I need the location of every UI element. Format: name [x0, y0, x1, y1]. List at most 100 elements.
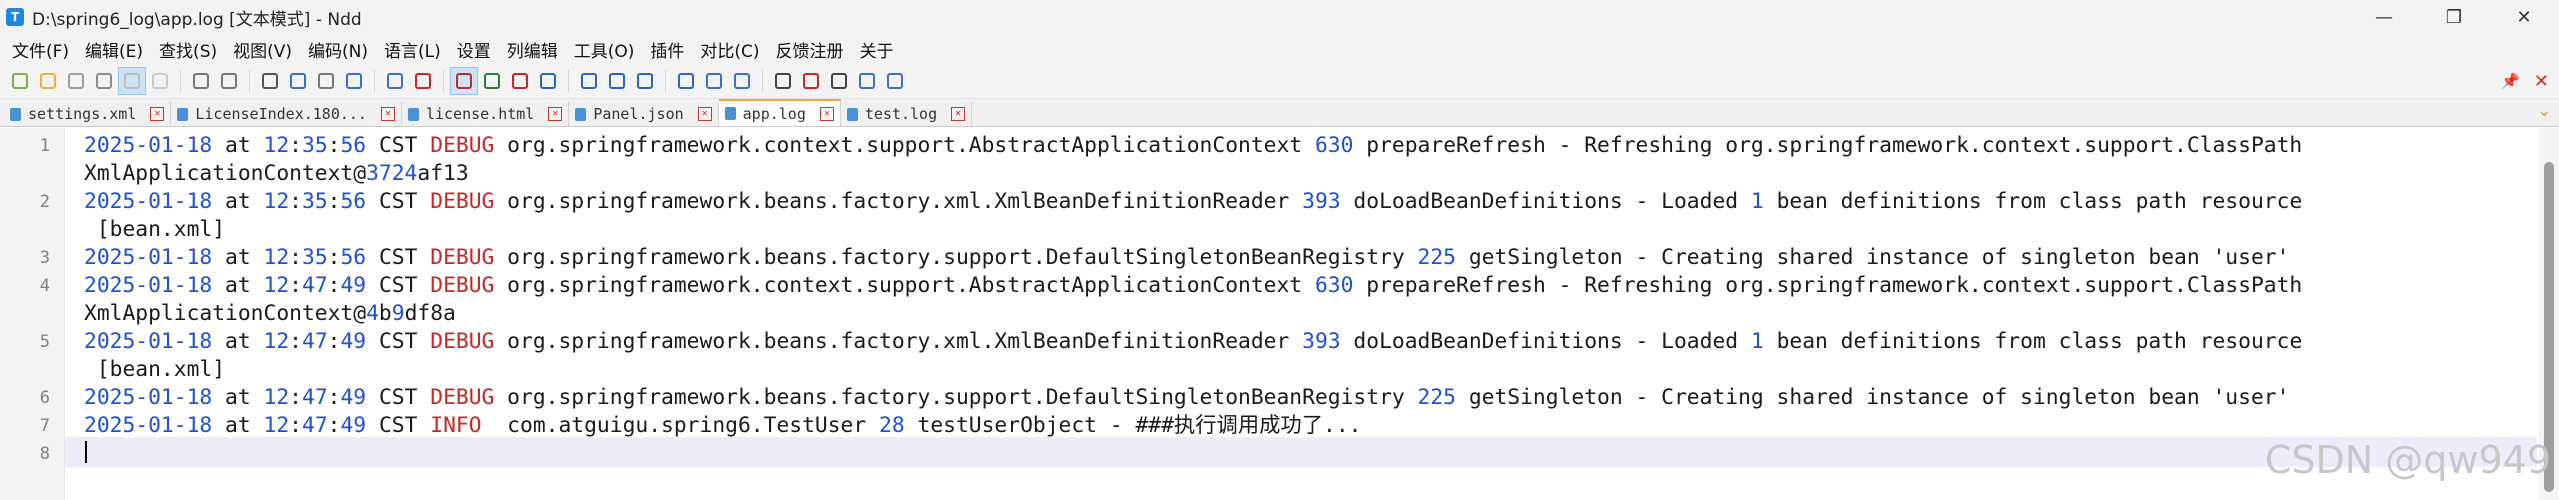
file-tab[interactable]: app.log ✕ [718, 99, 841, 126]
tab-scroll-icon[interactable]: ⌄ [2538, 101, 2551, 120]
number-token: 630 [1314, 273, 1354, 298]
menu-item[interactable]: 设置 [449, 37, 499, 62]
goto-icon[interactable] [409, 67, 437, 95]
settings-icon[interactable] [534, 67, 562, 95]
record-macro-icon[interactable] [769, 67, 797, 95]
number-token: 1 [1750, 329, 1764, 354]
toolbar-separator [568, 70, 569, 92]
maximize-button[interactable]: ❐ [2419, 0, 2489, 34]
save-icon[interactable] [62, 67, 90, 95]
tab-label: Panel.json [593, 105, 684, 123]
text-token: CST [366, 133, 431, 158]
show-symbols-icon[interactable] [478, 67, 506, 95]
text-token: CST [366, 245, 431, 270]
file-tab[interactable]: settings.xml ✕ [4, 102, 172, 126]
tab-close-icon[interactable]: ✕ [697, 107, 712, 121]
text-token: testUserObject - ###执行调用成功了... [904, 413, 1362, 438]
sync-icon[interactable] [631, 67, 659, 95]
run-macro-icon[interactable] [853, 67, 881, 95]
menu-item[interactable]: 文件(F) [4, 37, 77, 62]
editor-line: XmlApplicationContext@3724af13 [84, 160, 2537, 188]
wrap-icon-glyph [456, 73, 472, 89]
pin-icon[interactable]: 📌 [2501, 72, 2520, 90]
number-token: 12 [263, 385, 290, 410]
find-icon[interactable] [340, 67, 368, 95]
file-tab[interactable]: test.log ✕ [840, 102, 973, 126]
wrap-icon[interactable] [450, 67, 478, 95]
text-token: at [212, 245, 264, 270]
copy-icon[interactable] [284, 67, 312, 95]
file-tab[interactable]: Panel.json ✕ [569, 102, 719, 126]
number-token: 47 [302, 385, 328, 410]
close-all-icon[interactable] [146, 67, 174, 95]
file-tab[interactable]: LicenseIndex.180... ✕ [171, 102, 402, 126]
log-level-token: DEBUG [430, 385, 495, 410]
editor-line: 5 2025-01-18 at 12:47:49 CST DEBUG org.sp… [40, 328, 2537, 356]
log-level-token: DEBUG [430, 133, 495, 158]
menu-item[interactable]: 关于 [852, 37, 902, 62]
tab-label: app.log [742, 104, 806, 123]
tab-close-icon[interactable]: ✕ [150, 107, 165, 121]
text-token: : [289, 413, 302, 438]
save-macro-icon[interactable] [881, 67, 909, 95]
tab-close-icon[interactable]: ✕ [819, 106, 834, 121]
menu-item[interactable]: 插件 [642, 37, 692, 62]
minimize-button[interactable]: — [2349, 0, 2419, 34]
text-token: CST [366, 329, 431, 354]
compare-file-icon[interactable] [672, 67, 700, 95]
number-token: 49 [340, 273, 367, 298]
editor-text[interactable]: 1 2025-01-18 at 12:35:56 CST DEBUG org.sp… [40, 132, 2537, 468]
close-window-button[interactable]: ✕ [2489, 0, 2559, 34]
menu-item[interactable]: 工具(O) [566, 37, 643, 62]
text-token: com.atguigu.spring6.TestUser [494, 413, 880, 438]
tab-label: license.html [425, 105, 535, 123]
open-file-icon[interactable] [34, 67, 62, 95]
close-file-icon-glyph [124, 73, 140, 89]
indent-guide-icon[interactable] [506, 67, 534, 95]
number-token: 2025-01-18 [84, 385, 213, 410]
number-token: 56 [340, 189, 367, 214]
text-token: org.springframework.beans.factory.suppor… [494, 385, 1418, 410]
number-token: 49 [340, 329, 367, 354]
log-level-token: DEBUG [430, 189, 495, 214]
replace-icon[interactable] [381, 67, 409, 95]
bin-compare-icon[interactable] [728, 67, 756, 95]
stop-macro-icon[interactable] [797, 67, 825, 95]
new-file-icon[interactable] [6, 67, 34, 95]
number-token: 12 [263, 245, 290, 270]
number-token: 35 [302, 133, 328, 158]
replace-icon-glyph [387, 73, 403, 89]
menu-item[interactable]: 反馈注册 [768, 37, 852, 62]
tab-close-icon[interactable]: ✕ [380, 107, 395, 121]
compare-dir-icon[interactable] [700, 67, 728, 95]
undo-icon[interactable] [187, 67, 215, 95]
menu-item[interactable]: 视图(V) [225, 37, 300, 62]
save-all-icon[interactable] [90, 67, 118, 95]
copy-icon-glyph [290, 73, 306, 89]
menu-item[interactable]: 编码(N) [300, 37, 376, 62]
menu-item[interactable]: 查找(S) [151, 37, 225, 62]
menu-item[interactable]: 列编辑 [499, 37, 566, 62]
menu-item[interactable]: 语言(L) [376, 37, 449, 62]
settings-icon-glyph [540, 73, 556, 89]
editor-line: XmlApplicationContext@4b9df8a [84, 300, 2537, 328]
text-token: df8a [404, 301, 456, 326]
file-tab[interactable]: license.html ✕ [401, 102, 570, 126]
tab-label: test.log [864, 105, 938, 123]
save-all-icon-glyph [96, 73, 112, 89]
zoom-out-icon-glyph [609, 73, 625, 89]
cut-icon[interactable] [256, 67, 284, 95]
menu-item[interactable]: 编辑(E) [77, 37, 151, 62]
zoom-in-icon[interactable] [575, 67, 603, 95]
tab-close-icon[interactable]: ✕ [548, 107, 563, 121]
zoom-out-icon[interactable] [603, 67, 631, 95]
line-number: 8 [39, 444, 50, 464]
close-toolbar-icon[interactable]: ✕ [2534, 71, 2549, 92]
tab-close-icon[interactable]: ✕ [951, 107, 966, 121]
number-token: 35 [302, 245, 328, 270]
close-file-icon[interactable] [118, 67, 146, 95]
play-macro-icon[interactable] [825, 67, 853, 95]
paste-icon[interactable] [312, 67, 340, 95]
redo-icon[interactable] [215, 67, 243, 95]
menu-item[interactable]: 对比(C) [692, 37, 767, 62]
